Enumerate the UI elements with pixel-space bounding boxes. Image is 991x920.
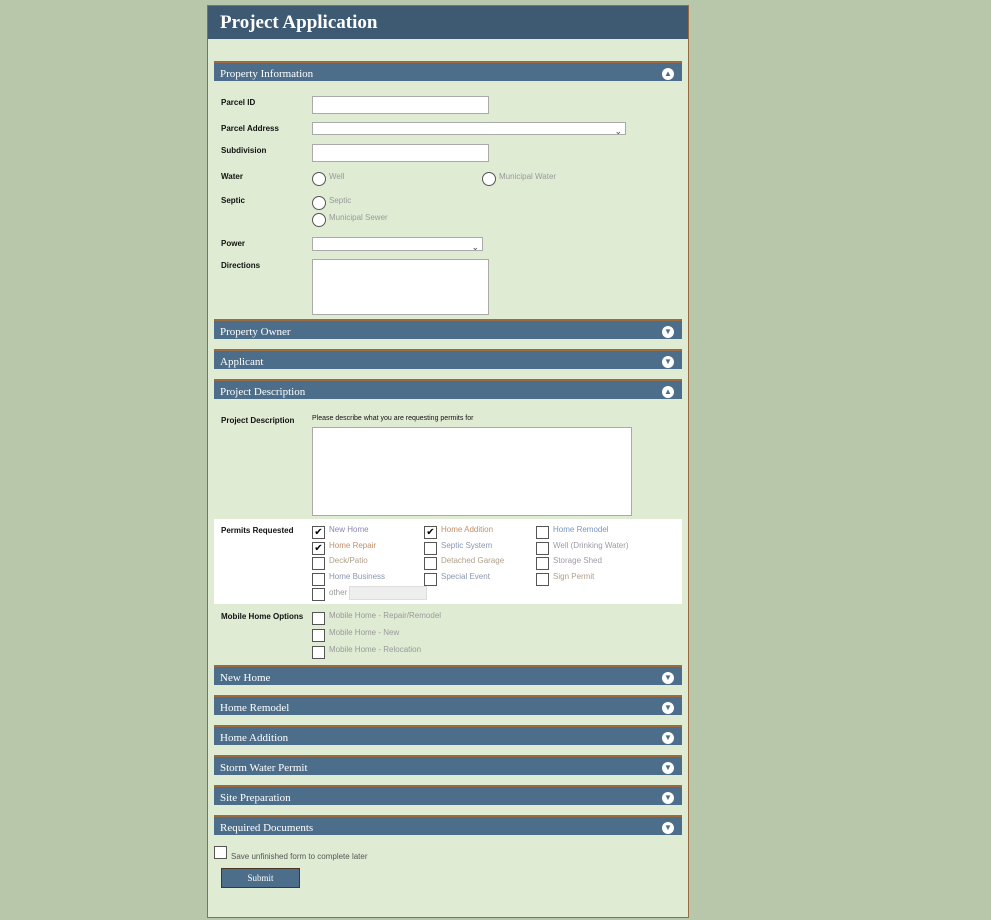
permit-label: Special Event	[441, 571, 490, 581]
section-new-home[interactable]: New Home ▼	[214, 665, 682, 685]
permit-checkbox[interactable]	[312, 572, 325, 586]
section-label: Project Description	[220, 386, 306, 398]
mobile-home-options-label: Mobile Home Options	[221, 612, 304, 621]
water-well-label: Well	[329, 172, 345, 181]
permit-label: Home Remodel	[553, 525, 609, 534]
permit-label: Home Business	[329, 571, 386, 581]
project-description-label: Project Description	[221, 416, 295, 425]
power-select[interactable]: ⌄	[312, 237, 483, 252]
mobile-home-checkbox[interactable]	[312, 646, 325, 659]
section-label: Property Owner	[220, 326, 291, 338]
mobile-home-label: Mobile Home - New	[329, 628, 400, 637]
section-label: Site Preparation	[220, 792, 291, 804]
submit-button[interactable]: Submit	[221, 868, 300, 888]
septic-label: Septic	[221, 196, 246, 205]
permit-checkbox[interactable]: ✔	[312, 541, 325, 555]
water-municipal-label: Municipal Water	[499, 172, 557, 181]
permit-checkbox[interactable]	[312, 557, 325, 570]
section-label: Property Information	[220, 68, 314, 80]
mobile-home-label: Mobile Home - Relocation	[329, 645, 422, 654]
section-property-information[interactable]: Property Information ▲	[214, 61, 682, 81]
mobile-home-checkbox[interactable]	[312, 629, 325, 642]
permit-label: Storage Shed	[553, 556, 602, 565]
save-later-checkbox[interactable]	[214, 846, 227, 859]
section-project-description[interactable]: Project Description ▲	[214, 379, 682, 399]
water-label: Water	[221, 172, 243, 181]
section-storm-water-permit[interactable]: Storm Water Permit ▼	[214, 755, 682, 775]
parcel-id-label: Parcel ID	[221, 98, 256, 107]
permit-other-input[interactable]	[349, 586, 427, 600]
section-site-preparation[interactable]: Site Preparation ▼	[214, 785, 682, 805]
chevron-down-icon[interactable]: ▼	[662, 762, 674, 774]
directions-label: Directions	[221, 261, 261, 270]
project-description-textarea[interactable]	[312, 427, 632, 516]
permit-checkbox[interactable]	[424, 541, 437, 555]
chevron-down-icon: ⌄	[471, 242, 479, 252]
chevron-down-icon[interactable]: ▼	[662, 672, 674, 684]
chevron-up-icon[interactable]: ▲	[662, 386, 674, 398]
permit-label: Home Repair	[329, 540, 377, 550]
section-label: Applicant	[220, 356, 264, 368]
chevron-down-icon[interactable]: ▼	[662, 732, 674, 744]
parcel-address-label: Parcel Address	[221, 124, 279, 133]
water-well-radio[interactable]	[312, 172, 326, 186]
permit-checkbox[interactable]: ✔	[312, 526, 325, 539]
save-later-label: Save unfinished form to complete later	[231, 852, 368, 861]
section-required-documents[interactable]: Required Documents ▼	[214, 815, 682, 835]
chevron-down-icon[interactable]: ▼	[662, 326, 674, 338]
directions-textarea[interactable]	[312, 259, 489, 315]
permit-other-label: other	[329, 588, 348, 597]
section-property-owner[interactable]: Property Owner ▼	[214, 319, 682, 339]
application-form: Project Application Property Information…	[207, 5, 689, 918]
parcel-id-input[interactable]	[312, 96, 489, 114]
permit-label: New Home	[329, 525, 369, 534]
section-label: Home Addition	[220, 732, 289, 744]
chevron-down-icon[interactable]: ▼	[662, 356, 674, 368]
chevron-down-icon[interactable]: ▼	[662, 702, 674, 714]
municipal-sewer-label: Municipal Sewer	[329, 213, 388, 222]
permit-label: Septic System	[441, 540, 493, 550]
mobile-home-label: Mobile Home - Repair/Remodel	[329, 611, 442, 620]
section-applicant[interactable]: Applicant ▼	[214, 349, 682, 369]
section-home-addition[interactable]: Home Addition ▼	[214, 725, 682, 745]
chevron-down-icon[interactable]: ▼	[662, 822, 674, 834]
permit-checkbox[interactable]	[424, 557, 437, 570]
subdivision-label: Subdivision	[221, 146, 267, 155]
permit-label: Sign Permit	[553, 571, 595, 581]
subdivision-input[interactable]	[312, 144, 489, 162]
section-label: New Home	[220, 672, 271, 684]
permit-label: Deck/Patio	[329, 556, 368, 565]
chevron-down-icon[interactable]: ▼	[662, 792, 674, 804]
permit-label: Well (Drinking Water)	[553, 540, 629, 550]
permit-checkbox[interactable]	[424, 572, 437, 586]
permit-checkbox[interactable]	[536, 541, 549, 555]
section-home-remodel[interactable]: Home Remodel ▼	[214, 695, 682, 715]
permit-checkbox[interactable]: ✔	[424, 526, 437, 539]
chevron-up-icon[interactable]: ▲	[662, 68, 674, 80]
parcel-address-select[interactable]: ⌄	[312, 122, 626, 136]
permit-other-checkbox[interactable]	[312, 588, 325, 601]
septic-option-label: Septic	[329, 196, 352, 205]
mobile-home-checkbox[interactable]	[312, 612, 325, 625]
permit-label: Home Addition	[441, 525, 494, 534]
municipal-sewer-radio[interactable]	[312, 213, 326, 227]
page-title: Project Application	[208, 6, 688, 39]
permits-requested-label: Permits Requested	[221, 526, 294, 535]
section-label: Storm Water Permit	[220, 762, 308, 774]
chevron-down-icon: ⌄	[614, 126, 622, 136]
permit-checkbox[interactable]	[536, 557, 549, 570]
permit-checkbox[interactable]	[536, 572, 549, 586]
section-label: Required Documents	[220, 822, 314, 834]
permit-label: Detached Garage	[441, 556, 505, 565]
permit-checkbox[interactable]	[536, 526, 549, 539]
septic-radio[interactable]	[312, 196, 326, 210]
power-label: Power	[221, 239, 246, 248]
water-municipal-radio[interactable]	[482, 172, 496, 186]
section-label: Home Remodel	[220, 702, 290, 714]
project-description-hint: Please describe what you are requesting …	[312, 415, 474, 422]
